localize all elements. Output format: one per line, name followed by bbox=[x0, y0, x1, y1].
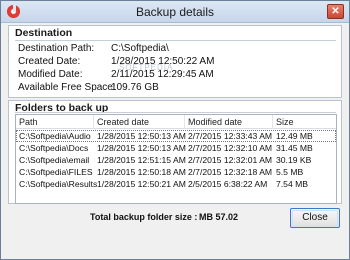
total-size-label: Total backup folder size : bbox=[90, 212, 198, 222]
close-icon[interactable]: ✕ bbox=[327, 4, 344, 19]
table-row[interactable]: C:\Softpedia\email 1/28/2015 12:51:15 AM… bbox=[16, 155, 336, 167]
cell-path: C:\Softpedia\Audio bbox=[19, 131, 91, 141]
destination-heading: Destination bbox=[15, 27, 73, 39]
cell-size: 5.5 MB bbox=[276, 167, 304, 177]
column-header-modified[interactable]: Modified date bbox=[188, 117, 242, 127]
destination-path-label: Destination Path: bbox=[18, 43, 95, 54]
destination-path-value: C:\Softpedia\ bbox=[111, 43, 169, 54]
cell-size: 30.19 KB bbox=[276, 155, 312, 165]
cell-size: 31.45 MB bbox=[276, 143, 313, 153]
close-button[interactable]: Close bbox=[290, 208, 340, 228]
cell-modified: 2/7/2015 12:32:18 AM bbox=[188, 167, 273, 177]
table-row[interactable]: C:\Softpedia\FILES 1/28/2015 12:50:18 AM… bbox=[16, 167, 336, 179]
table-row[interactable]: C:\Softpedia\Audio 1/28/2015 12:50:13 AM… bbox=[16, 130, 336, 142]
table-row[interactable]: C:\Softpedia\Results 1/28/2015 12:50:21 … bbox=[16, 179, 336, 191]
cell-path: C:\Softpedia\FILES bbox=[19, 167, 93, 177]
table-row[interactable]: C:\Softpedia\Docs 1/28/2015 12:50:13 AM … bbox=[16, 143, 336, 155]
window-title: Backup details bbox=[135, 5, 215, 19]
cell-created: 1/28/2015 12:50:21 AM bbox=[97, 179, 186, 189]
cell-path: C:\Softpedia\Docs bbox=[19, 143, 89, 153]
title-bar[interactable]: Backup details ✕ bbox=[1, 1, 349, 23]
cell-modified: 2/7/2015 12:33:43 AM bbox=[188, 131, 273, 141]
modified-date-label: Modified Date: bbox=[18, 69, 83, 80]
column-header-created[interactable]: Created date bbox=[97, 117, 149, 127]
cell-modified: 2/7/2015 12:32:10 AM bbox=[188, 143, 273, 153]
table-header: Path Created date Modified date Size bbox=[16, 115, 336, 129]
cell-size: 7.54 MB bbox=[276, 179, 309, 189]
cell-path: C:\Softpedia\Results bbox=[19, 179, 98, 189]
column-header-size[interactable]: Size bbox=[276, 117, 294, 127]
column-divider[interactable] bbox=[184, 115, 185, 129]
cell-modified: 2/7/2015 12:32:01 AM bbox=[188, 155, 273, 165]
cell-path: C:\Softpedia\email bbox=[19, 155, 90, 165]
free-space-label: Available Free Space: bbox=[18, 82, 116, 93]
total-size-value: MB 57.02 bbox=[199, 212, 239, 222]
cell-created: 1/28/2015 12:50:13 AM bbox=[97, 143, 186, 153]
cell-created: 1/28/2015 12:50:18 AM bbox=[97, 167, 186, 177]
folders-table[interactable]: Path Created date Modified date Size C:\… bbox=[15, 114, 337, 204]
cell-size: 12.49 MB bbox=[276, 131, 313, 141]
destination-separator bbox=[15, 40, 336, 41]
backup-details-window: Backup details ✕ Destination Destination… bbox=[0, 0, 350, 260]
folders-separator bbox=[15, 112, 336, 113]
cell-created: 1/28/2015 12:50:13 AM bbox=[97, 131, 186, 141]
created-date-label: Created Date: bbox=[18, 56, 81, 67]
cell-created: 1/28/2015 12:51:15 AM bbox=[97, 155, 186, 165]
column-divider[interactable] bbox=[93, 115, 94, 129]
free-space-value: 109.76 GB bbox=[111, 82, 159, 93]
cell-modified: 2/5/2015 6:38:22 AM bbox=[188, 179, 268, 189]
modified-date-value: 2/11/2015 12:29:45 AM bbox=[111, 69, 214, 80]
column-header-path[interactable]: Path bbox=[19, 117, 38, 127]
column-divider[interactable] bbox=[272, 115, 273, 129]
